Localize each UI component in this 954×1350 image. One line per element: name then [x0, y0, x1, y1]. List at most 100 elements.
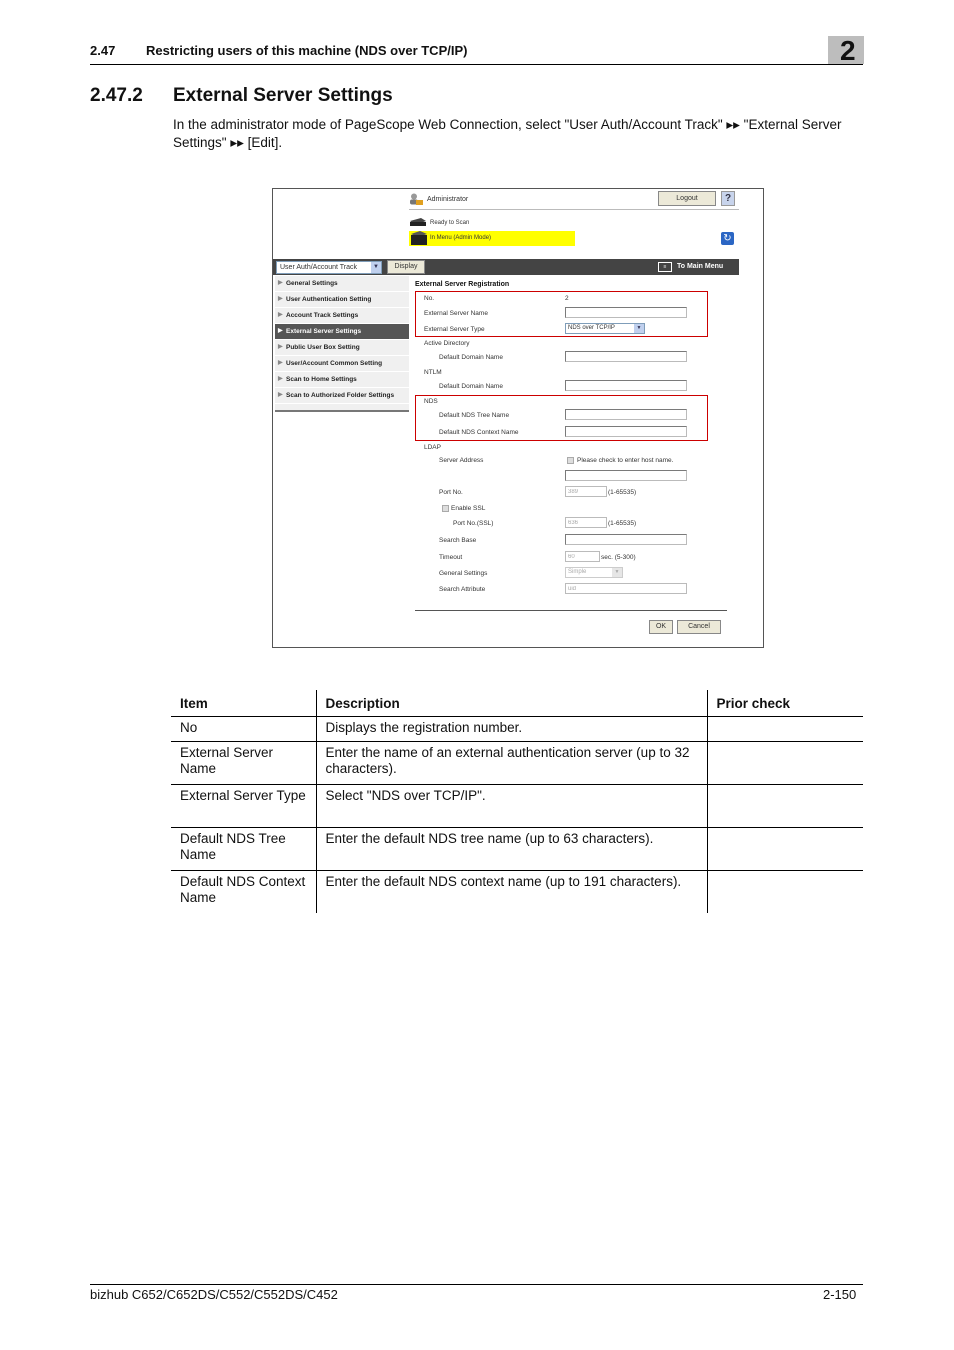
chevron-down-icon: ▼: [634, 324, 644, 333]
ad-domain-label: Default Domain Name: [439, 354, 503, 361]
search-base-input[interactable]: [565, 534, 687, 545]
cancel-button[interactable]: Cancel: [677, 620, 721, 634]
form-title: External Server Registration: [415, 281, 510, 288]
sidebar-item-label: User/Account Common Setting: [286, 360, 383, 367]
item-cell: Default NDS Context Name: [171, 870, 316, 913]
triangle-right-icon: ▶: [278, 376, 283, 382]
server-type-label: External Server Type: [424, 326, 485, 333]
description-cell: Enter the name of an external authentica…: [315, 741, 707, 785]
timeout-label: Timeout: [439, 554, 463, 561]
help-icon[interactable]: ?: [721, 191, 735, 206]
display-button[interactable]: Display: [387, 260, 425, 274]
main-menu-icon[interactable]: ≡: [658, 262, 672, 272]
port-label: Port No.: [439, 489, 463, 496]
sidebar-item-scan-to-home[interactable]: ▶ Scan to Home Settings: [275, 372, 409, 388]
sidebar-item-account-track[interactable]: ▶ Account Track Settings: [275, 308, 409, 324]
server-address-input[interactable]: [565, 470, 687, 481]
machine-icon: [411, 231, 427, 245]
triangle-right-icon: ▶: [278, 280, 283, 286]
to-main-menu-link[interactable]: To Main Menu: [677, 263, 723, 270]
nds-context-input[interactable]: [565, 426, 687, 437]
logout-button[interactable]: Logout: [658, 191, 716, 206]
triangle-right-icon: ▶: [278, 392, 283, 398]
category-select[interactable]: User Auth/Account Track ▼: [276, 261, 382, 274]
table-row: No Displays the registration number.: [171, 716, 863, 742]
table-row: External Server Type Select "NDS over TC…: [171, 784, 863, 828]
port-range: (1-65535): [608, 489, 637, 496]
server-name-label: External Server Name: [424, 310, 488, 317]
timeout-input[interactable]: [565, 551, 600, 562]
ad-domain-input[interactable]: [565, 351, 687, 362]
triangle-right-icon: ▶: [278, 328, 283, 334]
prior-check-cell: [706, 741, 863, 785]
table-row: External Server Name Enter the name of a…: [171, 741, 863, 785]
footer-product: bizhub C652/C652DS/C552/C552DS/C452: [90, 1287, 338, 1302]
server-address-label: Server Address: [439, 457, 484, 464]
item-cell: Default NDS Tree Name: [171, 827, 316, 871]
column-header-item: Item: [171, 690, 316, 717]
nds-tree-label: Default NDS Tree Name: [439, 412, 510, 419]
no-label: No.: [424, 295, 435, 302]
nds-tree-input[interactable]: [565, 409, 687, 420]
prior-check-cell: [706, 827, 863, 871]
ntlm-domain-input[interactable]: [565, 380, 687, 391]
sidebar-item-label: Scan to Authorized Folder Settings: [286, 392, 395, 399]
prior-check-cell: [706, 716, 863, 742]
column-header-description: Description: [315, 690, 707, 717]
sidebar-item-label: Account Track Settings: [286, 312, 359, 319]
port-ssl-range: (1-65535): [608, 520, 637, 527]
general-settings-label: General Settings: [439, 570, 488, 577]
web-connection-screenshot: Administrator Logout ? Ready to Scan In …: [272, 188, 764, 648]
category-select-value: User Auth/Account Track: [280, 264, 358, 271]
sidebar-item-external-server[interactable]: ▶ External Server Settings: [275, 324, 409, 340]
prior-check-cell: [706, 784, 863, 828]
sidebar-item-general-settings[interactable]: ▶ General Settings: [275, 276, 409, 292]
item-cell: External Server Type: [171, 784, 316, 828]
server-type-select[interactable]: NDS over TCP/IP ▼: [565, 323, 645, 334]
port-ssl-label: Port No.(SSL): [453, 520, 494, 527]
host-name-checkbox[interactable]: [567, 457, 574, 464]
ok-button[interactable]: OK: [649, 620, 673, 634]
section-title: External Server Settings: [173, 85, 393, 106]
administrator-icon: [410, 193, 423, 205]
active-directory-label: Active Directory: [424, 340, 470, 347]
user-name: Administrator: [427, 196, 469, 203]
search-attribute-input[interactable]: [565, 583, 687, 594]
port-input[interactable]: [565, 486, 607, 497]
host-name-check-label: Please check to enter host name.: [577, 457, 674, 464]
scanner-icon: [410, 218, 426, 226]
description-cell: Displays the registration number.: [315, 716, 707, 742]
enable-ssl-checkbox[interactable]: [442, 505, 449, 512]
item-cell: No: [171, 716, 316, 742]
sidebar-item-label: Public User Box Setting: [286, 344, 360, 351]
nds-context-label: Default NDS Context Name: [439, 429, 519, 436]
sidebar-item-public-user-box[interactable]: ▶ Public User Box Setting: [275, 340, 409, 356]
sidebar-item-label: General Settings: [286, 280, 338, 287]
page-number: 2-150: [823, 1287, 857, 1302]
running-header-title: Restricting users of this machine (NDS o…: [146, 43, 468, 58]
general-settings-value: Simple: [568, 569, 587, 575]
sidebar-item-scan-to-authorized-folder[interactable]: ▶ Scan to Authorized Folder Settings: [275, 388, 409, 404]
port-ssl-input[interactable]: [565, 517, 607, 528]
no-value: 2: [565, 295, 569, 302]
triangle-right-icon: ▶: [278, 296, 283, 302]
sidebar: ▶ General Settings ▶ User Authentication S…: [275, 276, 409, 412]
ntlm-domain-label: Default Domain Name: [439, 383, 503, 390]
form-divider: [415, 610, 727, 611]
sidebar-end: [275, 404, 409, 412]
divider: [409, 209, 739, 210]
ldap-label: LDAP: [424, 444, 441, 451]
status-ready: Ready to Scan: [430, 220, 470, 226]
description-cell: Enter the default NDS context name (up t…: [315, 870, 707, 913]
description-cell: Select "NDS over TCP/IP".: [315, 784, 707, 828]
refresh-icon[interactable]: ↻: [721, 232, 734, 245]
chevron-down-icon: ▼: [371, 262, 381, 273]
sidebar-item-user-authentication[interactable]: ▶ User Authentication Setting: [275, 292, 409, 308]
search-attribute-label: Search Attribute: [439, 586, 486, 593]
general-settings-select[interactable]: Simple ▼: [565, 567, 623, 578]
prior-check-cell: [706, 870, 863, 913]
server-name-input[interactable]: [565, 307, 687, 318]
settings-table: Item Description Prior check No Displays…: [171, 690, 863, 913]
column-header-prior-check: Prior check: [706, 690, 863, 717]
sidebar-item-user-account-common[interactable]: ▶ User/Account Common Setting: [275, 356, 409, 372]
